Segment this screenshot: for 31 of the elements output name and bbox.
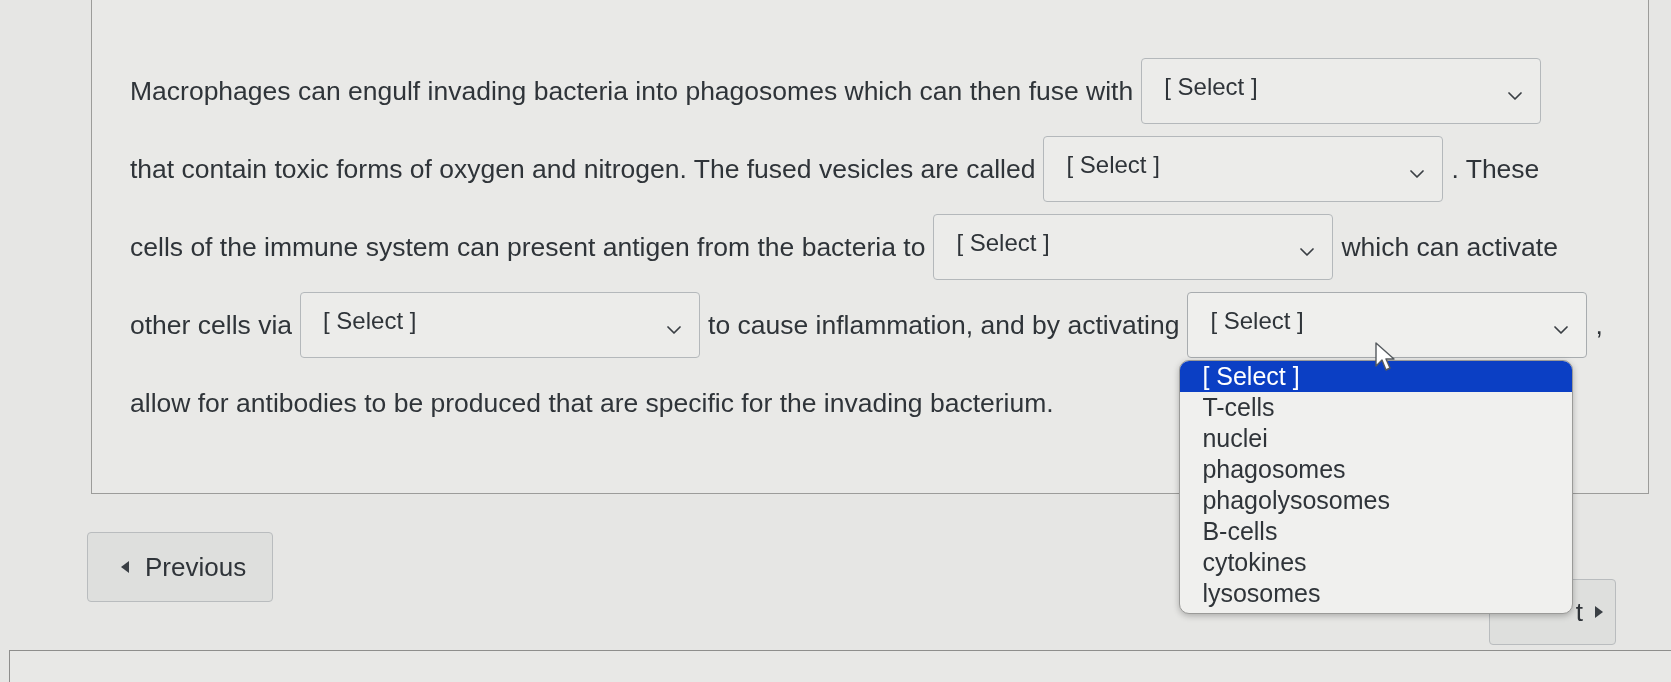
caret-left-icon	[121, 561, 129, 573]
chevron-down-icon	[667, 326, 681, 334]
question-text: Macrophages can engulf invading bacteria into phagosomes which can then fuse with	[130, 75, 1134, 107]
question-text: . These	[1451, 153, 1540, 185]
caret-right-icon	[1595, 606, 1603, 618]
answer-dropdown[interactable]: [ Select ]	[933, 214, 1334, 280]
question-text: allow for antibodies to be produced that are specific for the invading bacterium.	[130, 387, 1054, 419]
previous-button[interactable]: Previous	[87, 532, 273, 602]
question-text: other cells via	[130, 309, 292, 341]
answer-dropdown[interactable]: [ Select ]	[300, 292, 700, 358]
answer-dropdown[interactable]: [ Select ]	[1043, 136, 1444, 202]
question-text: which can activate	[1341, 231, 1558, 263]
chevron-down-icon	[1410, 170, 1425, 178]
chevron-down-icon	[1554, 326, 1569, 334]
question-text: to cause inflammation, and by activating	[708, 309, 1180, 341]
dropdown-option[interactable]: cytokines	[1180, 547, 1573, 578]
dropdown-option[interactable]: phagolysosomes	[1180, 485, 1573, 516]
dropdown-option[interactable]: B-cells	[1180, 516, 1573, 547]
answer-dropdown[interactable]: [ Select ]	[1187, 292, 1588, 358]
answer-dropdown[interactable]: [ Select ]	[1141, 58, 1542, 124]
dropdown-option[interactable]: [ Select ]	[1180, 361, 1573, 392]
question-text: ,	[1595, 309, 1603, 341]
question-text: cells of the immune system can present antigen from the bacteria to	[130, 231, 926, 263]
dropdown-option[interactable]: nuclei	[1180, 423, 1573, 454]
chevron-down-icon	[1300, 248, 1315, 256]
chevron-down-icon	[1508, 92, 1523, 100]
dropdown-option[interactable]: phagosomes	[1180, 454, 1573, 485]
cursor-icon	[1375, 342, 1397, 372]
dropdown-option[interactable]: lysosomes	[1180, 578, 1573, 609]
dropdown-option[interactable]: T-cells	[1180, 392, 1573, 423]
question-text: that contain toxic forms of oxygen and nitrogen. The fused vesicles are called	[130, 153, 1036, 185]
